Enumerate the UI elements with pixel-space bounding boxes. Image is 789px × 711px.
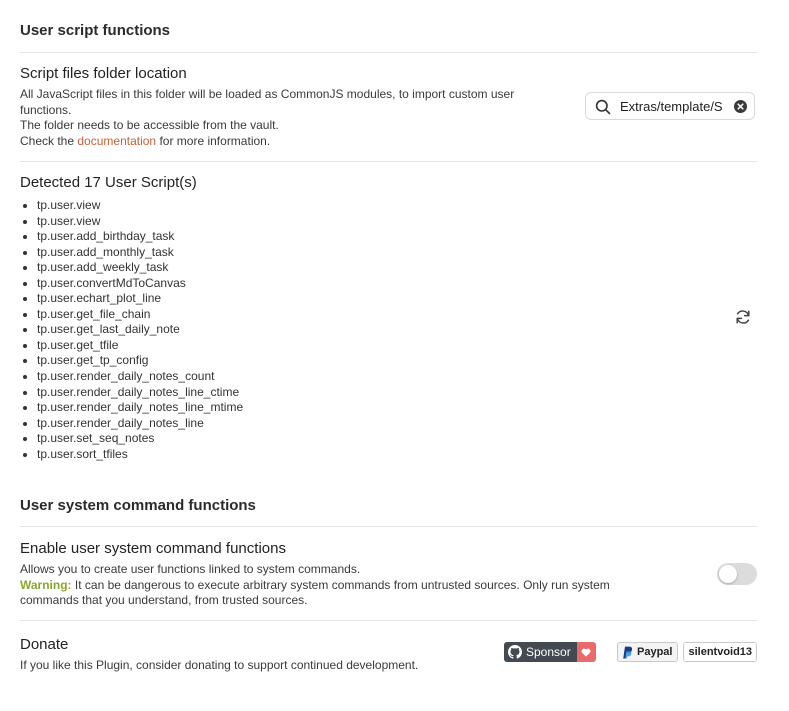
enable-system-command-desc: Allows you to create user functions link… xyxy=(20,562,680,609)
paypal-icon xyxy=(623,646,633,658)
desc-line: Warning: It can be dangerous to execute … xyxy=(20,578,680,594)
system-command-heading: User system command functions xyxy=(20,497,256,514)
sponsor-button[interactable]: Sponsor xyxy=(504,642,596,662)
script-list-item: tp.user.view xyxy=(37,198,243,214)
script-list: tp.user.viewtp.user.viewtp.user.add_birt… xyxy=(20,198,243,462)
detected-scripts-title: Detected 17 User Script(s) xyxy=(20,174,197,191)
script-folder-setting-name: Script files folder location xyxy=(20,65,187,82)
enable-system-command-toggle[interactable] xyxy=(717,563,757,585)
script-list-item: tp.user.get_tp_config xyxy=(37,353,243,369)
script-list-item: tp.user.get_file_chain xyxy=(37,307,243,323)
script-list-item: tp.user.add_monthly_task xyxy=(37,245,243,261)
documentation-link[interactable]: documentation xyxy=(77,134,156,148)
script-list-item: tp.user.render_daily_notes_line_mtime xyxy=(37,400,243,416)
enable-system-command-name: Enable user system command functions xyxy=(20,540,286,557)
script-list-item: tp.user.add_weekly_task xyxy=(37,260,243,276)
divider xyxy=(20,620,757,621)
script-list-item: tp.user.render_daily_notes_line xyxy=(37,416,243,432)
script-list-item: tp.user.set_seq_notes xyxy=(37,431,243,447)
sponsor-label: Sponsor xyxy=(526,645,571,659)
desc-line: The folder needs to be accessible from t… xyxy=(20,118,279,132)
divider xyxy=(20,526,757,527)
github-icon xyxy=(508,645,522,659)
settings-page: User script functions Script files folde… xyxy=(0,0,789,711)
check-prefix: Check the xyxy=(20,133,75,148)
paypal-button[interactable]: Paypal silentvoid13 xyxy=(617,642,758,662)
paypal-user-tag: silentvoid13 xyxy=(683,642,758,662)
warning-label: Warning: xyxy=(20,577,72,592)
script-folder-search[interactable] xyxy=(585,92,755,120)
script-folder-input[interactable] xyxy=(620,97,730,115)
script-folder-setting-desc: All JavaScript files in this folder will… xyxy=(20,87,560,149)
sponsor-left: Sponsor xyxy=(504,642,577,662)
sponsor-heart xyxy=(576,642,596,662)
donate-name: Donate xyxy=(20,636,69,653)
desc-line: All JavaScript files in this folder will… xyxy=(20,87,515,101)
script-list-item: tp.user.render_daily_notes_count xyxy=(37,369,243,385)
desc-line: Check the documentation for more informa… xyxy=(20,134,560,150)
script-list-item: tp.user.get_tfile xyxy=(37,338,243,354)
desc-line: commands that you understand, from trust… xyxy=(20,593,308,607)
check-suffix: for more information. xyxy=(159,133,271,148)
script-list-item: tp.user.echart_plot_line xyxy=(37,291,243,307)
clear-icon[interactable] xyxy=(734,100,747,113)
divider xyxy=(20,161,757,162)
toggle-knob xyxy=(719,565,737,583)
refresh-icon[interactable] xyxy=(734,308,752,326)
script-list-item: tp.user.get_last_daily_note xyxy=(37,322,243,338)
script-list-item: tp.user.add_birthday_task xyxy=(37,229,243,245)
warning-text: It can be dangerous to execute arbitrary… xyxy=(74,577,610,592)
donate-desc: If you like this Plugin, consider donati… xyxy=(20,658,419,672)
search-icon xyxy=(595,99,611,115)
divider xyxy=(20,52,757,53)
script-list-item: tp.user.view xyxy=(37,214,243,230)
script-list-item: tp.user.sort_tfiles xyxy=(37,447,243,463)
script-list-item: tp.user.convertMdToCanvas xyxy=(37,276,243,292)
heart-icon xyxy=(581,648,591,657)
desc-line: functions. xyxy=(20,102,72,117)
desc-line: Allows you to create user functions link… xyxy=(20,562,361,576)
user-script-heading: User script functions xyxy=(20,22,171,39)
script-list-item: tp.user.render_daily_notes_line_ctime xyxy=(37,385,243,401)
paypal-label: Paypal xyxy=(637,646,673,658)
paypal-tag: Paypal xyxy=(617,642,679,662)
